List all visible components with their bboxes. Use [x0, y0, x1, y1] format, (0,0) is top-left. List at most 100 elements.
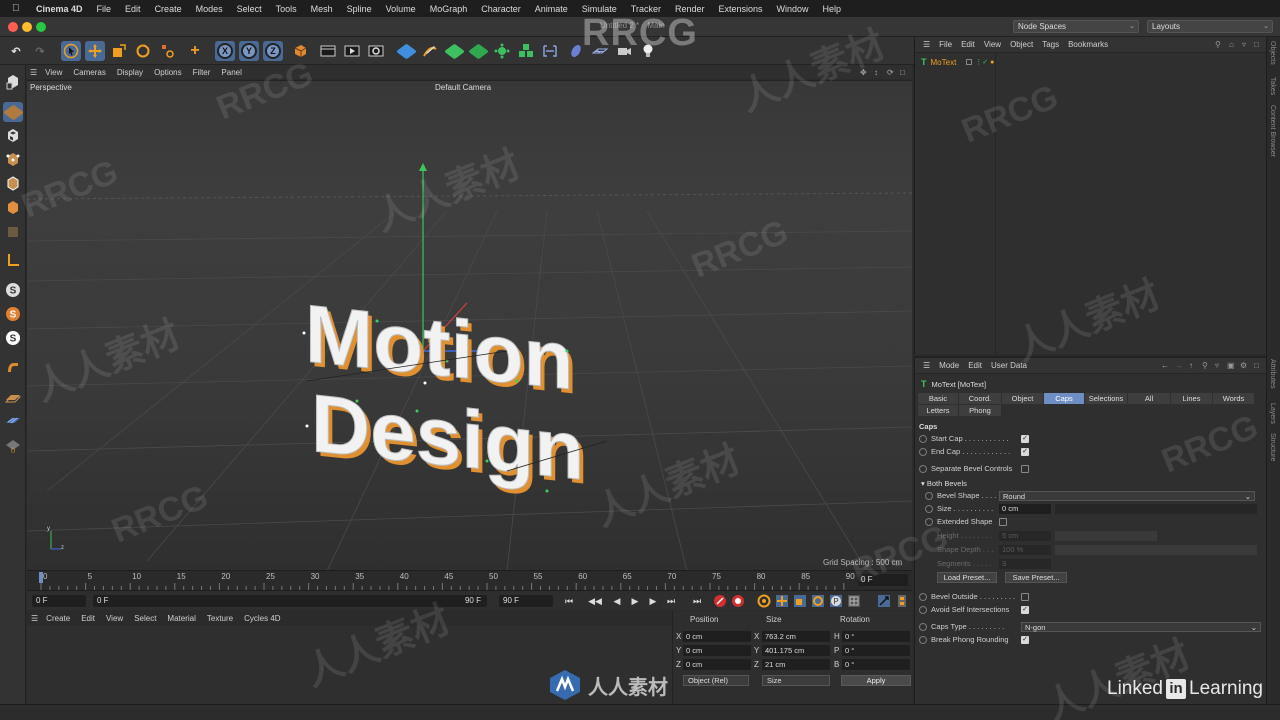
texture-mode-icon[interactable]	[3, 126, 23, 146]
rotate-tool-icon[interactable]	[133, 41, 153, 61]
side-tab-objects[interactable]: Objects	[1269, 41, 1276, 65]
hamburger-icon[interactable]: ☰	[30, 68, 37, 77]
solo-mode-icon[interactable]: S	[3, 304, 23, 324]
new-window-icon[interactable]: □	[1254, 40, 1259, 49]
filter-icon[interactable]: ▿	[1215, 361, 1219, 370]
settings-icon[interactable]: ⚙	[1240, 361, 1247, 370]
home-icon[interactable]: ⌂	[1229, 40, 1234, 49]
array-generator-icon[interactable]	[492, 41, 512, 61]
render-settings-icon[interactable]	[366, 41, 386, 61]
scheme-icon[interactable]	[877, 594, 891, 608]
hamburger-icon[interactable]: ☰	[31, 614, 38, 623]
viewport-menu-display[interactable]: Display	[117, 68, 143, 77]
start-cap-checkbox[interactable]: ✓	[1021, 435, 1029, 443]
attr-menu-mode[interactable]: Mode	[939, 361, 959, 370]
end-cap-checkbox[interactable]: ✓	[1021, 448, 1029, 456]
menu-extensions[interactable]: Extensions	[719, 4, 763, 14]
make-editable-icon[interactable]	[3, 72, 23, 92]
keyframe-selection-icon[interactable]	[757, 594, 771, 608]
position-y-field[interactable]: 0 cm	[683, 645, 751, 656]
goto-end-icon[interactable]: ⏭	[664, 594, 678, 608]
hamburger-icon[interactable]: ☰	[923, 40, 930, 49]
previous-frame-icon[interactable]: ◀	[610, 594, 624, 608]
preview-range-slider[interactable]: 0 F 90 F	[93, 595, 487, 607]
node-spaces-dropdown[interactable]: Node Spaces ⌄	[1013, 20, 1139, 33]
layouts-dropdown[interactable]: Layouts ⌄	[1147, 20, 1273, 33]
polygons-mode-icon[interactable]	[3, 198, 23, 218]
extended-shape-checkbox[interactable]	[999, 518, 1007, 526]
tab-caps[interactable]: Caps	[1044, 393, 1084, 404]
tab-coord[interactable]: Coord.	[959, 393, 1001, 404]
material-menu-material[interactable]: Material	[167, 614, 195, 623]
tab-words[interactable]: Words	[1213, 393, 1254, 404]
workplane-icon[interactable]	[3, 387, 23, 407]
object-menu-bookmarks[interactable]: Bookmarks	[1068, 40, 1108, 49]
subdivision-surface-icon[interactable]	[443, 41, 465, 61]
tweak-mode-icon[interactable]	[3, 358, 23, 378]
key-rotation-icon[interactable]	[811, 594, 825, 608]
undo-icon[interactable]: ↶	[6, 41, 26, 61]
animate-dot-icon[interactable]	[925, 518, 933, 526]
previous-key-icon[interactable]: ◀◀	[588, 594, 602, 608]
tab-selections[interactable]: Selections	[1085, 393, 1127, 404]
side-tab-layers[interactable]: Layers	[1269, 403, 1276, 424]
menu-modes[interactable]: Modes	[196, 4, 223, 14]
menu-app-name[interactable]: Cinema 4D	[36, 4, 83, 14]
visibility-dots-icon[interactable]: ⋮✓	[975, 58, 988, 66]
material-menu-edit[interactable]: Edit	[81, 614, 95, 623]
planar-workplane-icon[interactable]: ()	[3, 435, 23, 455]
side-tab-content-browser[interactable]: Content Browser	[1269, 105, 1276, 157]
lock-icon[interactable]: ▣	[1227, 361, 1235, 370]
bevel-size-field[interactable]: 0 cm	[999, 504, 1051, 514]
attr-menu-edit[interactable]: Edit	[968, 361, 982, 370]
save-preset-button[interactable]: Save Preset...	[1005, 572, 1067, 583]
z-axis-lock-icon[interactable]: Z	[263, 41, 283, 61]
size-z-field[interactable]: 21 cm	[762, 659, 830, 670]
key-scale-icon[interactable]	[793, 594, 807, 608]
animate-dot-icon[interactable]	[919, 606, 927, 614]
pen-spline-icon[interactable]	[420, 41, 440, 61]
animate-dot-icon[interactable]	[919, 636, 927, 644]
position-z-field[interactable]: 0 cm	[683, 659, 751, 670]
menu-select[interactable]: Select	[237, 4, 262, 14]
menu-character[interactable]: Character	[481, 4, 521, 14]
caps-type-dropdown[interactable]: N-gon ⌄	[1021, 622, 1261, 632]
viewport-zoom-icon[interactable]: ↕	[874, 68, 878, 77]
y-axis-lock-icon[interactable]: Y	[239, 41, 259, 61]
object-row-motext[interactable]: T MoText ⋮✓ ●	[921, 56, 994, 68]
timeline-ruler[interactable]: 0 5 10 15 20 25 30 35 40 45 50 55 60 65 70 75 80 85 90	[27, 570, 912, 590]
animate-dot-icon[interactable]	[919, 593, 927, 601]
filter-icon[interactable]: ▿	[1242, 40, 1246, 49]
object-name[interactable]: MoText	[931, 58, 957, 67]
shape-depth-slider[interactable]	[1055, 545, 1257, 555]
coordinate-mode-dropdown[interactable]: Object (Rel)	[683, 675, 749, 686]
size-mode-dropdown[interactable]: Size	[762, 675, 830, 686]
new-window-icon[interactable]: □	[1254, 361, 1259, 370]
height-slider[interactable]	[1055, 531, 1157, 541]
segments-field[interactable]: 3	[999, 559, 1051, 569]
cloner-icon[interactable]	[516, 41, 536, 61]
side-tab-takes[interactable]: Takes	[1269, 77, 1276, 95]
rotation-p-field[interactable]: 0 °	[842, 645, 910, 656]
key-pla-icon[interactable]	[847, 594, 861, 608]
edges-mode-icon[interactable]	[3, 174, 23, 194]
material-menu-cycles4d[interactable]: Cycles 4D	[244, 614, 280, 623]
menu-volume[interactable]: Volume	[386, 4, 416, 14]
shape-depth-field[interactable]: 100 %	[999, 545, 1051, 555]
attr-menu-userdata[interactable]: User Data	[991, 361, 1027, 370]
hamburger-icon[interactable]: ☰	[923, 361, 930, 370]
object-menu-object[interactable]: Object	[1010, 40, 1033, 49]
deformer-icon[interactable]	[540, 41, 560, 61]
perspective-viewport[interactable]: Motion Motion Design Design y z Perspect…	[27, 80, 912, 570]
material-menu-view[interactable]: View	[106, 614, 123, 623]
tab-lines[interactable]: Lines	[1171, 393, 1212, 404]
next-frame-icon[interactable]: ▶	[646, 594, 660, 608]
object-menu-tags[interactable]: Tags	[1042, 40, 1059, 49]
menu-help[interactable]: Help	[823, 4, 842, 14]
separate-bevel-checkbox[interactable]	[1021, 465, 1029, 473]
height-field[interactable]: 5 cm	[999, 531, 1051, 541]
viewport-menu-filter[interactable]: Filter	[193, 68, 211, 77]
goto-start-icon[interactable]: ⏮	[562, 594, 576, 608]
redo-icon[interactable]: ↷	[30, 41, 50, 61]
coordinate-system-icon[interactable]	[290, 41, 310, 61]
